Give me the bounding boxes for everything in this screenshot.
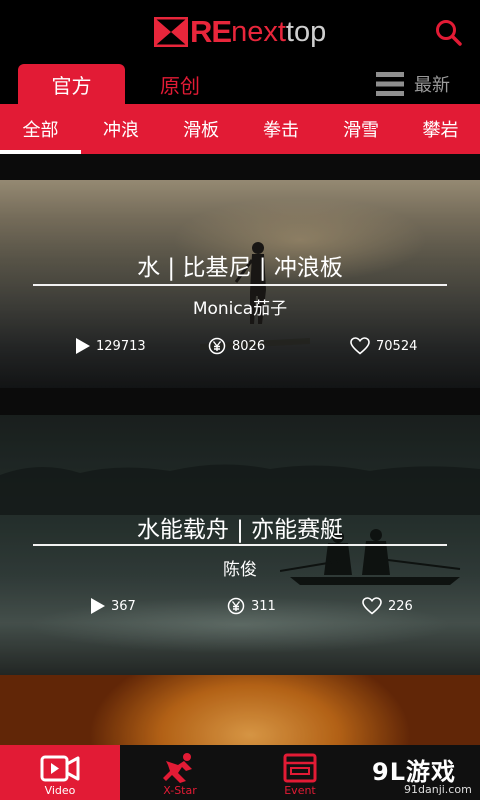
watermark-sub: 91danji.com: [404, 783, 472, 796]
nav-video-label: Video: [44, 784, 76, 797]
list-icon: [376, 72, 404, 96]
xstar-icon: [163, 753, 192, 783]
card-separator: [0, 388, 480, 415]
spacer: [0, 154, 480, 180]
video-author: Monica茄子: [192, 299, 288, 319]
yen-coin-icon: [208, 337, 226, 355]
watermark-main: 9L游戏: [372, 758, 456, 786]
logo-mark-icon: [154, 17, 188, 47]
category-ski[interactable]: 滑雪: [321, 104, 401, 154]
play-icon: [91, 598, 105, 614]
heart-icon: [350, 337, 370, 355]
nav-xstar-label: X-Star: [163, 784, 197, 797]
video-title: 水能载舟 | 亦能赛艇: [136, 517, 344, 543]
logo-text-top: top: [285, 15, 327, 48]
logo-text-re: RE: [190, 14, 232, 49]
like-count-value: 226: [388, 598, 413, 614]
category-bar: 全部 冲浪 滑板 拳击 滑雪 攀岩: [0, 104, 480, 154]
yen-coin-icon: [227, 597, 245, 615]
app-header: RE next top: [0, 0, 480, 62]
nav-event[interactable]: Event: [240, 745, 360, 800]
play-count: 367: [90, 596, 136, 616]
source-tabs: 官方 原创 最新: [0, 62, 480, 104]
video-card[interactable]: 水能载舟 | 亦能赛艇 陈俊 367 311 226: [0, 415, 480, 675]
event-icon: [283, 753, 317, 783]
video-card[interactable]: [0, 675, 480, 745]
site-watermark: 9L游戏 91danji.com: [372, 752, 476, 798]
nav-event-label: Event: [284, 784, 316, 797]
category-surf[interactable]: 冲浪: [81, 104, 161, 154]
play-count-value: 129713: [96, 338, 146, 354]
tab-original[interactable]: 原创: [135, 64, 225, 104]
coin-count-value: 8026: [232, 338, 266, 354]
video-author: 陈俊: [223, 560, 257, 580]
card-overlay: [0, 675, 480, 745]
category-boxing[interactable]: 拳击: [241, 104, 321, 154]
category-all[interactable]: 全部: [0, 104, 81, 154]
video-icon: [40, 755, 80, 782]
video-card[interactable]: 水 | 比基尼 | 冲浪板 Monica茄子 129713 8026 70524: [0, 180, 480, 388]
search-icon[interactable]: [434, 18, 464, 48]
tab-official[interactable]: 官方: [18, 64, 125, 104]
coin-count-value: 311: [251, 598, 276, 614]
app-logo: RE next top: [154, 12, 326, 52]
like-count-value: 70524: [376, 338, 418, 354]
play-icon: [76, 338, 90, 354]
coin-count: 8026: [208, 336, 265, 356]
like-count[interactable]: 226: [362, 596, 413, 616]
video-title: 水 | 比基尼 | 冲浪板: [137, 255, 343, 281]
category-skateboard[interactable]: 滑板: [161, 104, 241, 154]
title-divider: [33, 284, 447, 286]
nav-xstar[interactable]: X-Star: [120, 745, 240, 800]
category-climbing[interactable]: 攀岩: [401, 104, 480, 154]
like-count[interactable]: 70524: [350, 336, 417, 356]
play-count: 129713: [75, 336, 146, 356]
play-count-value: 367: [111, 598, 136, 614]
title-divider: [33, 544, 447, 546]
coin-count: 311: [227, 596, 276, 616]
nav-video[interactable]: Video: [0, 745, 120, 800]
logo-text-next: next: [231, 15, 286, 48]
sort-label: 最新: [414, 75, 450, 96]
heart-icon: [362, 597, 382, 615]
sort-latest-button[interactable]: 最新: [376, 70, 450, 98]
